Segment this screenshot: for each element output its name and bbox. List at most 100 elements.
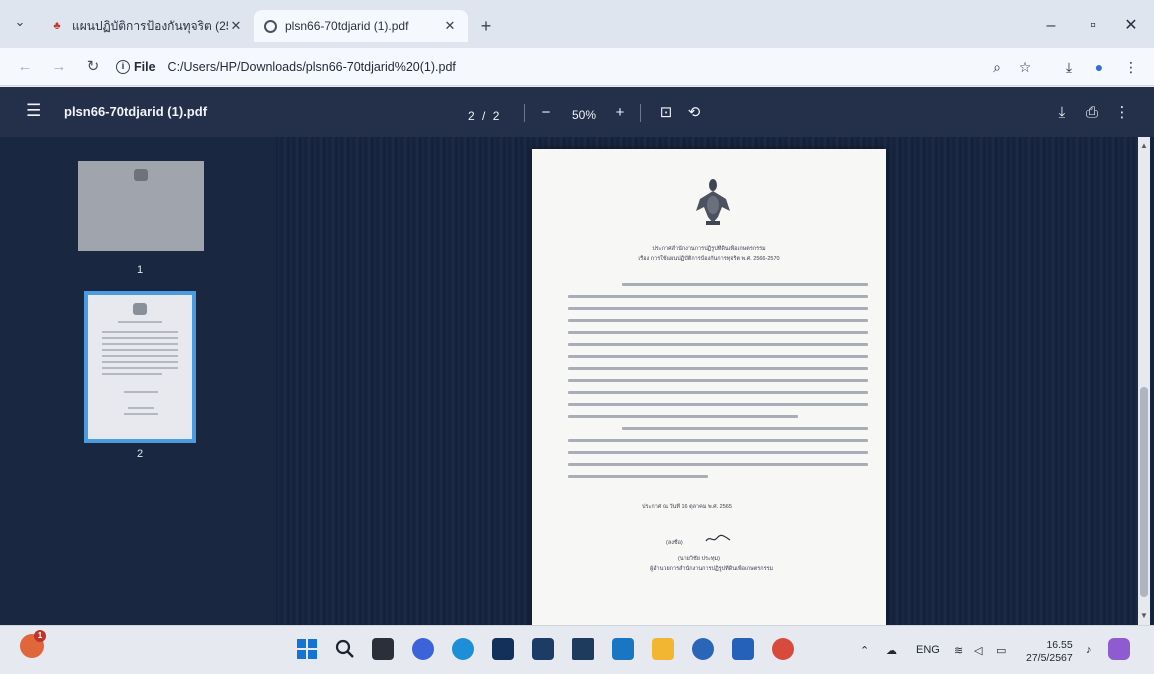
chrome-icon[interactable] (772, 638, 794, 660)
document-body-line (568, 331, 868, 334)
document-body-line (568, 355, 868, 358)
rotate-icon[interactable]: ⟲ (684, 105, 704, 121)
page-separator: / (482, 109, 488, 123)
browser-toolbar: ← → ↻ i File C:/Users/HP/Downloads/plsn6… (0, 48, 1154, 86)
clock-date: 27/5/2567 (1026, 652, 1073, 664)
document-heading: ประกาศสำนักงานการปฏิรูปที่ดินเพื่อเกษตรก… (652, 246, 766, 252)
signatory-name: (นายวิชัย ประทุม) (678, 556, 720, 562)
pdf-toolbar: ☰ plsn66-70tdjarid (1).pdf 2 / 2 − 50% +… (0, 87, 1154, 137)
signature-prefix: (ลงชื่อ) (666, 540, 683, 546)
thumbnail-label: 2 (137, 448, 144, 460)
tab-search-chevron-icon[interactable]: ⌄ (10, 12, 30, 32)
document-body-line (568, 295, 868, 298)
address-scheme: File (134, 60, 156, 74)
close-tab-icon[interactable]: ✕ (442, 18, 458, 34)
bookmark-star-icon[interactable]: ☆ (1014, 56, 1036, 78)
pdf-more-icon[interactable]: ⋮ (1112, 105, 1132, 121)
tray-chevron-icon[interactable]: ⌃ (860, 644, 869, 657)
start-windows-icon[interactable] (296, 638, 318, 660)
zoom-magnifier-icon[interactable]: ⌕ (986, 56, 1008, 78)
address-bar[interactable]: i File C:/Users/HP/Downloads/plsn66-70td… (116, 54, 976, 80)
document-body-line (568, 343, 868, 346)
notification-badge: 1 (34, 630, 46, 642)
volume-icon[interactable]: ◁ (974, 644, 982, 657)
pdf-download-icon[interactable]: ⤓ (1052, 105, 1072, 121)
page-indicator: 2 / 2 (468, 109, 501, 123)
info-icon[interactable]: i (116, 60, 130, 74)
hamburger-menu-icon[interactable]: ☰ (26, 101, 41, 121)
mail-icon[interactable] (612, 638, 634, 660)
scroll-down-icon[interactable]: ▼ (1138, 611, 1150, 623)
thumbnail-emblem-icon (133, 303, 147, 315)
page-thumbnail-1[interactable] (78, 161, 204, 251)
document-body-line (568, 379, 868, 382)
app-s-icon[interactable] (492, 638, 514, 660)
notification-bell-icon[interactable]: ♪ (1086, 644, 1092, 656)
system-clock[interactable]: 16.55 27/5/2567 (1026, 639, 1073, 665)
current-page-input[interactable]: 2 (468, 109, 477, 123)
zoom-in-button[interactable]: + (610, 105, 630, 121)
document-body-line (568, 307, 868, 310)
new-tab-button[interactable]: + (476, 16, 496, 36)
window-close-icon[interactable]: ✕ (1116, 14, 1146, 38)
battery-icon[interactable]: ▭ (996, 644, 1006, 657)
wifi-icon[interactable]: ≋ (954, 644, 963, 657)
tab-title: แผนปฏิบัติการป้องกันทุจริต (2566-2 (72, 18, 228, 33)
meet-chat-icon[interactable] (412, 638, 434, 660)
thumbnail-text-line (102, 337, 178, 339)
scroll-up-icon[interactable]: ▲ (1138, 141, 1150, 153)
zoom-out-button[interactable]: − (536, 105, 556, 121)
thumbnail-sidebar: 1 2 (0, 137, 276, 625)
signatory-title: ผู้อำนวยการสำนักงานการปฏิรูปที่ดินเพื่อเ… (650, 566, 774, 572)
globe-icon (264, 19, 277, 33)
print-icon[interactable]: ⎙ (1082, 105, 1102, 121)
app-diamond-icon[interactable] (692, 638, 714, 660)
reload-icon[interactable]: ↻ (82, 56, 104, 78)
search-icon[interactable] (334, 638, 356, 660)
toolbar-divider (524, 104, 525, 122)
document-body-line (568, 319, 868, 322)
pdf-viewer-area: 1 2 ประกาศสำนักงานการปฏิรูปที่ดินเพื่อเก… (0, 137, 1154, 625)
dropbox-icon[interactable] (572, 638, 594, 660)
zoom-level[interactable]: 50% (572, 108, 596, 122)
back-arrow-icon[interactable]: ← (14, 56, 36, 78)
signature-mark (705, 534, 731, 542)
thumbnail-text-line (102, 373, 162, 375)
tab-title: plsn66-70tdjarid (1).pdf (285, 19, 409, 33)
address-url: C:/Users/HP/Downloads/plsn66-70tdjarid%2… (167, 60, 456, 74)
document-body-line (568, 475, 708, 478)
downloads-icon[interactable]: ⤓ (1058, 56, 1080, 78)
thumbnail-text-line (102, 343, 178, 345)
scrollbar-thumb[interactable] (1140, 387, 1148, 597)
tab-active[interactable]: plsn66-70tdjarid (1).pdf ✕ (254, 10, 468, 42)
page-thumbnail-2[interactable] (84, 291, 196, 443)
pdf-file-name: plsn66-70tdjarid (1).pdf (64, 104, 208, 119)
thumbnail-text-line (128, 407, 154, 409)
task-view-icon[interactable] (372, 638, 394, 660)
thumbnail-text-line (102, 355, 178, 357)
thumbnail-label: 1 (137, 264, 144, 276)
document-date: ประกาศ ณ วันที่ 16 ตุลาคม พ.ศ. 2565 (642, 504, 732, 510)
restore-icon[interactable]: ▫ (1078, 14, 1108, 38)
tab-strip: ⌄ ♣ แผนปฏิบัติการป้องกันทุจริต (2566-2 ✕… (0, 0, 1154, 48)
document-subject: เรื่อง การใช้แผนปฏิบัติการป้องกันการทุจร… (638, 256, 780, 262)
copilot-icon[interactable] (1108, 638, 1130, 660)
word-icon[interactable] (732, 638, 754, 660)
garuda-emblem-icon (696, 179, 730, 225)
file-explorer-icon[interactable] (652, 638, 674, 660)
thumbnail-text-line (102, 349, 178, 351)
tab-inactive[interactable]: ♣ แผนปฏิบัติการป้องกันทุจริต (2566-2 ✕ (40, 10, 254, 42)
minimize-icon[interactable]: – (1036, 14, 1066, 38)
fit-page-icon[interactable]: ⊡ (656, 105, 676, 121)
edge-icon[interactable] (452, 638, 474, 660)
toolbar-divider (640, 104, 641, 122)
language-indicator[interactable]: ENG (916, 644, 940, 656)
forward-arrow-icon[interactable]: → (48, 56, 70, 78)
close-tab-icon[interactable]: ✕ (228, 18, 244, 34)
profile-icon[interactable]: ● (1088, 56, 1110, 78)
cloud-icon[interactable]: ☁ (886, 644, 897, 657)
browser-menu-icon[interactable]: ⋮ (1120, 56, 1142, 78)
windows-taskbar: 1 ⌃ ☁ ENG ≋ ◁ ▭ 16.55 27/5/2567 ♪ (0, 625, 1154, 674)
clock-time: 16.55 (1046, 639, 1073, 651)
app-calendar-icon[interactable] (532, 638, 554, 660)
